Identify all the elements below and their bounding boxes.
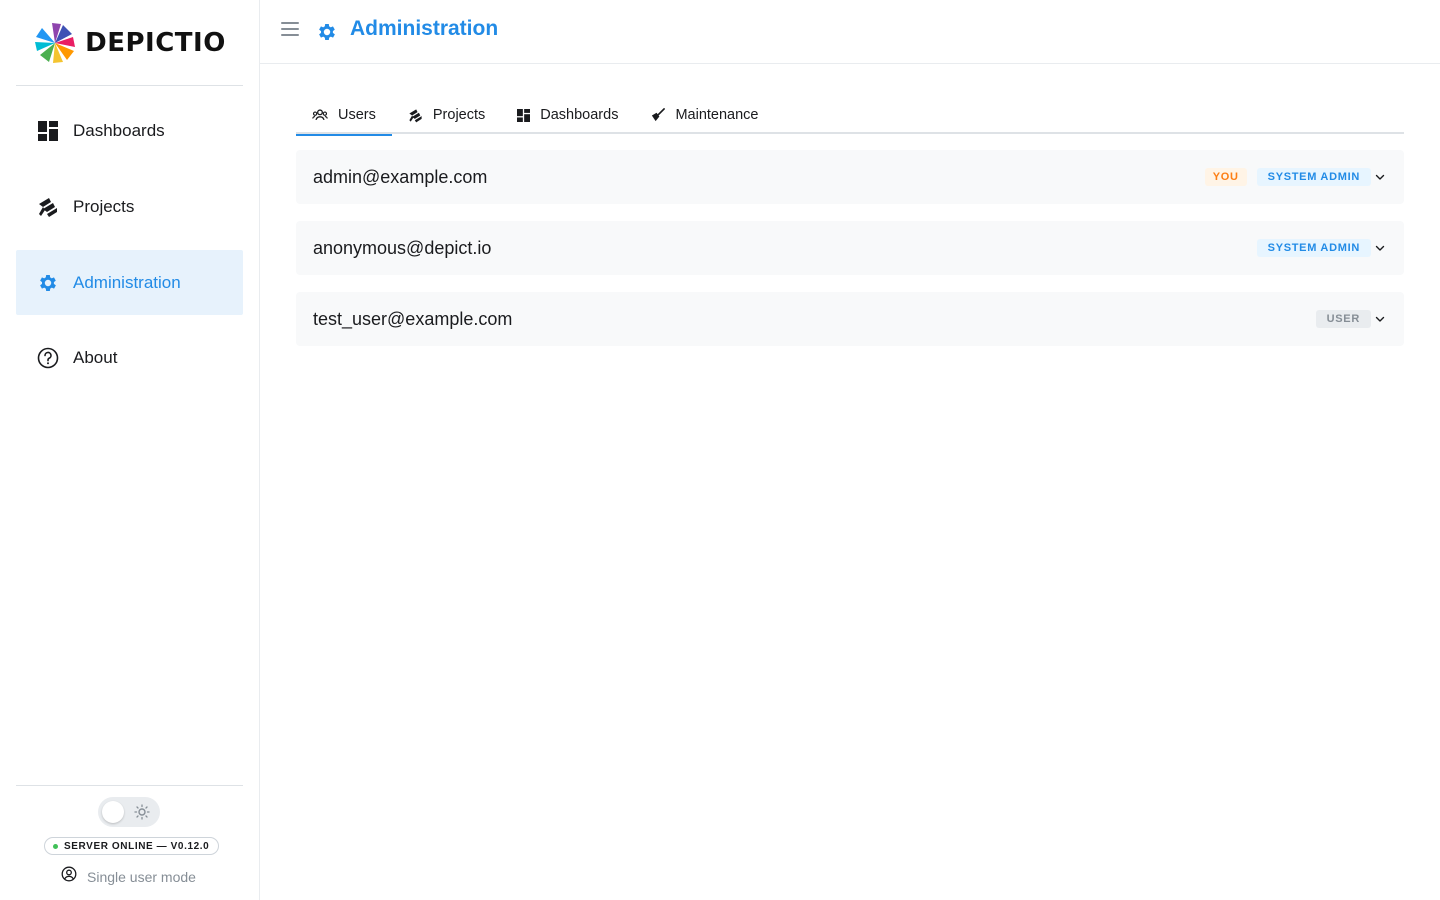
dashboard-icon	[37, 120, 59, 142]
app-name: DEPICTIO	[85, 27, 226, 58]
user-email: test_user@example.com	[313, 308, 513, 329]
user-email: admin@example.com	[313, 166, 488, 187]
dashboard-icon	[517, 108, 531, 122]
sidebar-item-label: Dashboards	[73, 120, 165, 140]
header: Administration	[260, 0, 1440, 64]
tab-label: Projects	[432, 107, 486, 123]
toggle-knob	[102, 801, 124, 823]
you-badge: YOU	[1204, 168, 1247, 186]
role-badge: SYSTEM ADMIN	[1256, 239, 1371, 257]
tab-maintenance[interactable]: Maintenance	[634, 96, 774, 134]
role-badge: SYSTEM ADMIN	[1256, 168, 1371, 186]
gear-icon	[316, 21, 338, 48]
admin-tabs: Users Projects Dashboards Maintenance	[296, 96, 1404, 136]
tab-users[interactable]: Users	[296, 96, 392, 136]
sun-icon	[134, 804, 150, 825]
tab-dashboards[interactable]: Dashboards	[501, 96, 634, 134]
server-status-text: SERVER ONLINE — V0.12.0	[64, 840, 210, 852]
role-badge: USER	[1315, 310, 1371, 328]
projects-icon	[408, 108, 423, 123]
page-title: Administration	[350, 17, 499, 40]
sidebar-item-label: Projects	[73, 196, 135, 216]
tab-label: Users	[338, 107, 376, 123]
user-row[interactable]: admin@example.com YOU SYSTEM ADMIN	[296, 150, 1404, 204]
gear-icon	[37, 272, 59, 294]
depictio-logo-icon	[35, 22, 76, 63]
server-status-badge: SERVER ONLINE — V0.12.0	[44, 837, 220, 855]
sidebar-item-projects[interactable]: Projects	[16, 174, 243, 239]
user-mode: Single user mode	[61, 866, 196, 887]
help-circle-icon	[37, 347, 59, 369]
chevron-down-icon[interactable]	[1374, 171, 1386, 183]
projects-icon	[37, 196, 59, 218]
user-row[interactable]: test_user@example.com USER	[296, 292, 1404, 346]
sidebar-item-label: About	[73, 347, 118, 367]
chevron-down-icon[interactable]	[1374, 313, 1386, 325]
tab-projects[interactable]: Projects	[392, 96, 501, 134]
user-circle-icon	[61, 866, 77, 887]
user-row[interactable]: anonymous@depict.io SYSTEM ADMIN	[296, 221, 1404, 275]
sidebar-footer: SERVER ONLINE — V0.12.0 Single user mode	[16, 785, 243, 900]
chevron-down-icon[interactable]	[1374, 242, 1386, 254]
users-icon	[312, 108, 328, 122]
sidebar-item-label: Administration	[73, 272, 181, 292]
theme-toggle[interactable]	[98, 797, 160, 827]
broom-icon	[650, 107, 666, 123]
tab-label: Maintenance	[675, 107, 759, 123]
app-logo[interactable]: DEPICTIO	[16, 0, 243, 86]
user-email: anonymous@depict.io	[313, 237, 492, 258]
sidebar-item-dashboards[interactable]: Dashboards	[16, 98, 243, 163]
menu-icon[interactable]	[281, 22, 299, 40]
sidebar-item-about[interactable]: About	[16, 325, 243, 390]
sidebar: DEPICTIO Dashboards Projects Administrat…	[0, 0, 260, 900]
sidebar-item-administration[interactable]: Administration	[16, 250, 243, 315]
status-dot	[53, 843, 58, 849]
tab-label: Dashboards	[540, 107, 619, 123]
user-mode-label: Single user mode	[87, 868, 196, 885]
